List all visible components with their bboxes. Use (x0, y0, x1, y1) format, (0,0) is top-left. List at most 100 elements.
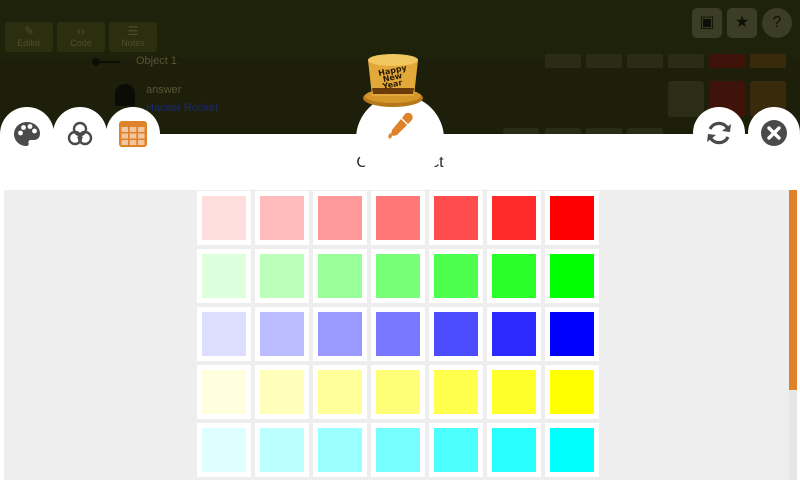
swatch-color-chip (318, 254, 362, 298)
color-swatch[interactable] (197, 307, 251, 361)
color-swatch[interactable] (313, 423, 367, 477)
background-row-label: Object 1 (136, 55, 177, 67)
close-button[interactable] (748, 107, 800, 159)
background-block (709, 54, 745, 68)
notes-icon: ☰ (127, 24, 139, 38)
swatch-color-chip (550, 196, 594, 240)
color-swatch[interactable] (197, 423, 251, 477)
color-swatch[interactable] (371, 423, 425, 477)
color-swatch[interactable] (429, 365, 483, 419)
swatch-color-chip (202, 370, 246, 414)
color-swatch[interactable] (545, 249, 599, 303)
color-swatch[interactable] (545, 365, 599, 419)
swatch-color-chip (434, 428, 478, 472)
swatch-color-chip (376, 312, 420, 356)
color-swatch[interactable] (429, 249, 483, 303)
background-tab-code: ‹› Code (57, 22, 105, 52)
color-swatch[interactable] (197, 365, 251, 419)
color-swatch[interactable] (487, 249, 541, 303)
color-swatch[interactable] (313, 191, 367, 245)
background-block (627, 54, 663, 68)
edit-icon: ✎ (23, 24, 35, 38)
color-swatch[interactable] (313, 249, 367, 303)
color-swatch[interactable] (371, 365, 425, 419)
swatch-palette-area[interactable] (4, 190, 789, 480)
color-swatch[interactable] (429, 423, 483, 477)
background-connector (92, 61, 120, 63)
background-help-icon: ? (762, 8, 792, 38)
swatch-color-chip (260, 312, 304, 356)
swatch-color-chip (318, 370, 362, 414)
swatch-color-chip (318, 312, 362, 356)
scrollbar-thumb[interactable] (789, 190, 797, 390)
background-tab-label: Notes (121, 38, 145, 48)
code-icon: ‹› (77, 24, 85, 38)
color-swatch[interactable] (371, 249, 425, 303)
background-block (750, 54, 786, 68)
close-icon (761, 120, 787, 146)
swatch-color-chip (492, 254, 536, 298)
tab-color-mixer[interactable] (53, 107, 107, 161)
swatch-color-chip (318, 196, 362, 240)
swatch-color-chip (550, 428, 594, 472)
tab-palette[interactable] (0, 107, 54, 161)
palette-icon (14, 122, 40, 146)
swatch-color-chip (550, 254, 594, 298)
color-swatch[interactable] (371, 191, 425, 245)
color-swatch[interactable] (429, 191, 483, 245)
swatch-color-chip (550, 312, 594, 356)
background-edit-button (668, 81, 704, 117)
color-swatch[interactable] (545, 423, 599, 477)
color-swatch[interactable] (487, 365, 541, 419)
swatch-grid-icon (119, 121, 147, 147)
swatch-color-chip (260, 254, 304, 298)
background-tab-label: Editor (17, 38, 41, 48)
swatch-color-chip (434, 254, 478, 298)
swatch-color-chip (434, 370, 478, 414)
new-year-hat-icon: Happy New Year (363, 54, 423, 107)
color-swatch[interactable] (255, 191, 309, 245)
color-swatch[interactable] (313, 307, 367, 361)
color-swatch[interactable] (487, 307, 541, 361)
swatch-color-chip (550, 370, 594, 414)
background-star-icon: ★ (727, 8, 757, 38)
swatch-color-chip (202, 254, 246, 298)
color-swatch[interactable] (255, 423, 309, 477)
color-swatch[interactable] (545, 307, 599, 361)
eyedropper-icon (388, 112, 413, 139)
swatch-color-chip (376, 196, 420, 240)
color-swatch[interactable] (197, 249, 251, 303)
background-block (545, 54, 581, 68)
color-swatch[interactable] (371, 307, 425, 361)
color-swatch[interactable] (197, 191, 251, 245)
color-swatch[interactable] (429, 307, 483, 361)
color-swatch[interactable] (487, 423, 541, 477)
background-sub-label: answer (146, 84, 182, 96)
color-swatch[interactable] (255, 249, 309, 303)
swatch-color-chip (318, 428, 362, 472)
swatch-color-chip (376, 428, 420, 472)
swatch-color-chip (434, 196, 478, 240)
color-swatch[interactable] (255, 307, 309, 361)
color-swatch[interactable] (255, 365, 309, 419)
app-root: ✎ Editor ‹› Code ☰ Notes ▣ ★ ? Object 1 … (0, 0, 800, 480)
swatch-color-chip (492, 370, 536, 414)
swatch-color-chip (202, 196, 246, 240)
background-object-icon (115, 84, 135, 106)
swatch-color-chip (376, 254, 420, 298)
swatch-color-chip (260, 196, 304, 240)
swatch-color-chip (492, 428, 536, 472)
color-swatch[interactable] (545, 191, 599, 245)
color-swatch[interactable] (313, 365, 367, 419)
refresh-button[interactable] (693, 107, 745, 159)
swatch-color-chip (260, 428, 304, 472)
background-block (668, 54, 704, 68)
swatch-color-chip (202, 312, 246, 356)
swatch-color-chip (376, 370, 420, 414)
background-play-icon: ▣ (692, 8, 722, 38)
color-mixer-icon (67, 121, 93, 146)
color-select-dialog: Color Select (0, 134, 800, 480)
color-swatch[interactable] (487, 191, 541, 245)
swatch-color-chip (492, 196, 536, 240)
tab-swatch-grid[interactable] (106, 107, 160, 161)
